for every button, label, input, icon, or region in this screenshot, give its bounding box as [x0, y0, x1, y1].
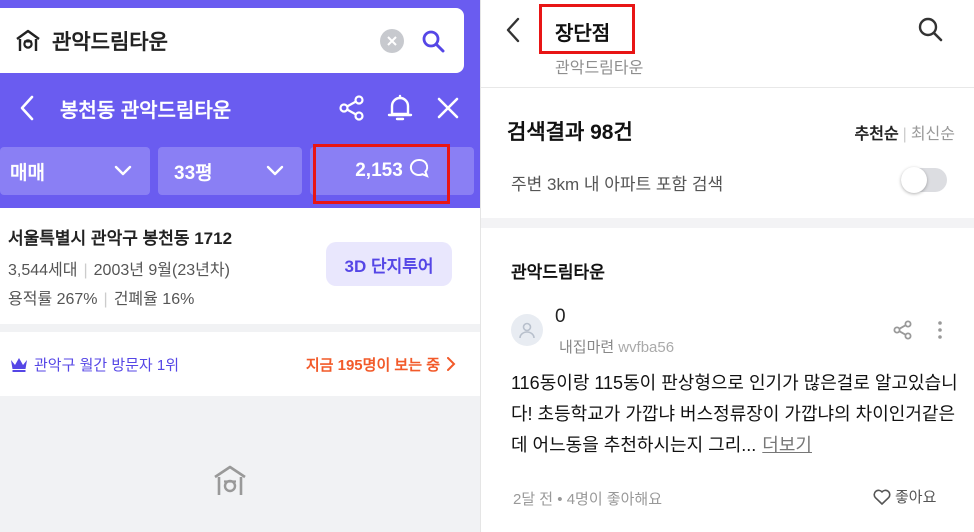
search-query[interactable]: 관악드림타운 — [52, 26, 380, 56]
close-icon[interactable] — [424, 84, 472, 132]
summary-line-1: 3,544세대 | 2003년 9월(23년차) — [8, 262, 230, 279]
coverage-ratio: 건폐율 16% — [113, 291, 195, 308]
like-button[interactable]: 좋아요 — [873, 486, 936, 507]
built-year: 2003년 9월(23년차) — [93, 262, 230, 279]
author-id: wvfba56 — [618, 339, 675, 356]
author-meta: 내집마련 wvfba56 — [559, 336, 674, 357]
complex-title: 봉천동 관악드림타운 — [60, 99, 232, 122]
floor-area-ratio: 용적률 267% — [8, 291, 98, 308]
bell-icon[interactable] — [376, 84, 424, 132]
author-name[interactable]: 0 — [555, 306, 566, 328]
sort-recommended[interactable]: 추천순 — [855, 126, 899, 143]
post-stats: 2달 전 • 4명이 좋아해요 — [513, 491, 663, 508]
complex-nav: 봉천동 관악드림타운 — [0, 78, 480, 138]
home-logo-icon — [212, 464, 248, 498]
heart-icon — [873, 489, 891, 505]
result-count: 검색결과 98건 — [507, 121, 633, 144]
post-text: 116동이랑 115동이 판상형으로 인기가 많은걸로 알고있습니다! 초등학교… — [511, 373, 958, 455]
back-arrow-icon[interactable] — [2, 83, 52, 133]
area-label: 33평 — [174, 162, 213, 184]
chevron-down-icon — [266, 161, 284, 185]
review-post: 관악드림타운 0 내집마련 wvfba56 116동이랑 115동이 판상형으로 … — [481, 228, 974, 532]
sort-options: 추천순 | 최신순 — [854, 126, 956, 143]
post-complex-name: 관악드림타운 — [511, 263, 605, 282]
author-type: 내집마련 — [559, 339, 615, 356]
share-icon[interactable] — [893, 320, 915, 342]
highlight-box — [313, 144, 450, 204]
trade-type-label: 매매 — [10, 162, 45, 184]
trade-type-select[interactable]: 매매 — [0, 147, 150, 195]
read-more-link[interactable]: 더보기 — [762, 435, 812, 455]
summary-line-2: 용적률 267% | 건폐율 16% — [8, 291, 195, 308]
post-body: 116동이랑 115동이 판상형으로 인기가 많은걸로 알고있습니다! 초등학교… — [511, 368, 961, 461]
avatar[interactable] — [511, 314, 543, 346]
search-bar[interactable]: 관악드림타운 — [0, 8, 464, 73]
section-divider — [481, 218, 974, 228]
toggle-knob — [901, 167, 927, 193]
like-label: 좋아요 — [895, 489, 937, 506]
panel-header: 장단점 관악드림타운 — [481, 0, 974, 88]
viewer-count: 지금 195명이 보는 중 — [305, 356, 440, 374]
nearby-search-toggle[interactable] — [901, 167, 947, 193]
home-logo-icon[interactable] — [14, 27, 42, 55]
back-arrow-icon[interactable] — [505, 14, 529, 46]
address: 서울특별시 관악구 봉천동 1712 — [8, 229, 233, 248]
sort-latest[interactable]: 최신순 — [911, 126, 955, 143]
nearby-search-label: 주변 3km 내 아파트 포함 검색 — [511, 175, 724, 194]
visitor-rank-banner[interactable]: 관악구 월간 방문자 1위 지금 195명이 보는 중 — [0, 332, 480, 396]
rank-text: 관악구 월간 방문자 1위 — [34, 356, 180, 374]
chevron-right-icon — [446, 357, 456, 371]
pros-cons-panel: 장단점 관악드림타운 검색결과 98건 추천순 | 최신순 주변 3km 내 아파트… — [480, 0, 974, 532]
complex-panel: 관악드림타운 봉천동 관악드림타운 매매 33평 2,153 서울특별시 관악구… — [0, 0, 480, 532]
chevron-down-icon — [114, 161, 132, 185]
3d-tour-button[interactable]: 3D 단지투어 — [326, 242, 452, 286]
complex-info-card: 서울특별시 관악구 봉천동 1712 3,544세대 | 2003년 9월(23년차… — [0, 208, 480, 324]
crown-icon — [10, 356, 28, 372]
search-icon[interactable] — [915, 14, 945, 44]
area-select[interactable]: 33평 — [158, 147, 302, 195]
clear-icon[interactable] — [380, 28, 404, 53]
highlight-box — [539, 4, 635, 54]
search-icon[interactable] — [420, 28, 446, 54]
households: 3,544세대 — [8, 262, 78, 279]
results-section: 검색결과 98건 추천순 | 최신순 주변 3km 내 아파트 포함 검색 — [481, 88, 974, 218]
share-icon[interactable] — [328, 84, 376, 132]
more-options-icon[interactable] — [937, 320, 945, 342]
page-subtitle: 관악드림타운 — [555, 60, 644, 77]
